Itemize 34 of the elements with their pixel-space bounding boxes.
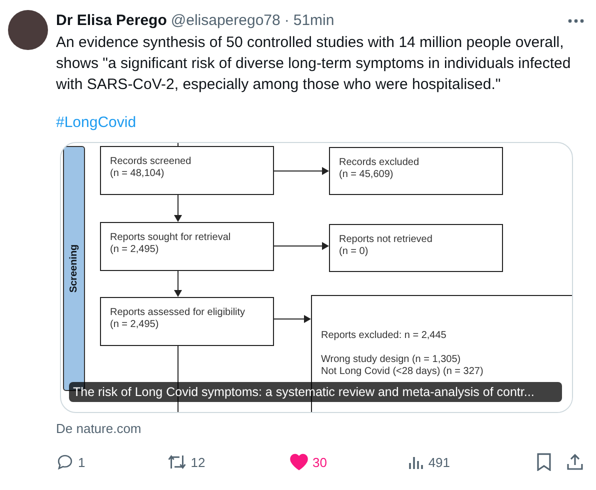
box-text: Wrong study design (n = 1,305) xyxy=(321,354,461,366)
box-text: (n = 48,104) xyxy=(110,168,164,180)
source-link[interactable]: De nature.com xyxy=(56,419,142,438)
link-card[interactable] xyxy=(60,142,573,413)
reply-count: 1 xyxy=(78,454,86,472)
box-text: Records screened xyxy=(110,156,192,168)
box-text: Reports not retrieved xyxy=(339,234,432,246)
separator: · xyxy=(284,10,290,31)
heart-icon[interactable] xyxy=(288,453,309,472)
author-handle[interactable]: @elisaperego78 xyxy=(170,10,280,32)
repost-count: 12 xyxy=(190,454,206,472)
box-text: (n = 2,495) xyxy=(110,319,159,331)
share-icon[interactable] xyxy=(566,453,584,472)
avatar[interactable] xyxy=(8,10,48,50)
more-icon[interactable] xyxy=(568,19,584,23)
author-name[interactable]: Dr Elisa Perego xyxy=(56,10,167,32)
box-text: Records excluded xyxy=(339,157,420,169)
box-text: Not Long Covid (<28 days) (n = 327) xyxy=(321,366,484,378)
post-text: An evidence synthesis of 50 controlled studies with 14 million people overall, shows "a significant risk of diverse long-term symptoms in individuals infected with SARS-CoV-2, especially among those who were hospitalised." xyxy=(56,33,572,95)
bookmark-icon[interactable] xyxy=(536,453,552,472)
box-text: Reports excluded: n = 2,445 xyxy=(321,330,446,342)
views-count: 491 xyxy=(428,454,450,472)
repost-icon[interactable] xyxy=(166,453,187,472)
box-text: (n = 0) xyxy=(339,246,368,258)
reply-icon[interactable] xyxy=(56,453,74,472)
views-icon[interactable] xyxy=(408,454,424,470)
like-count: 30 xyxy=(312,454,328,472)
box-text: (n = 45,609) xyxy=(339,169,394,181)
box-text: Reports assessed for eligibility xyxy=(110,307,246,319)
box-text: (n = 2,495) xyxy=(110,244,159,256)
card-caption: The risk of Long Covid symptoms: a systematic review and meta-analysis of contr... xyxy=(69,382,562,402)
box-text: Reports sought for retrieval xyxy=(110,232,231,244)
side-label: Screening xyxy=(68,244,80,293)
post-time[interactable]: 51min xyxy=(293,10,334,32)
